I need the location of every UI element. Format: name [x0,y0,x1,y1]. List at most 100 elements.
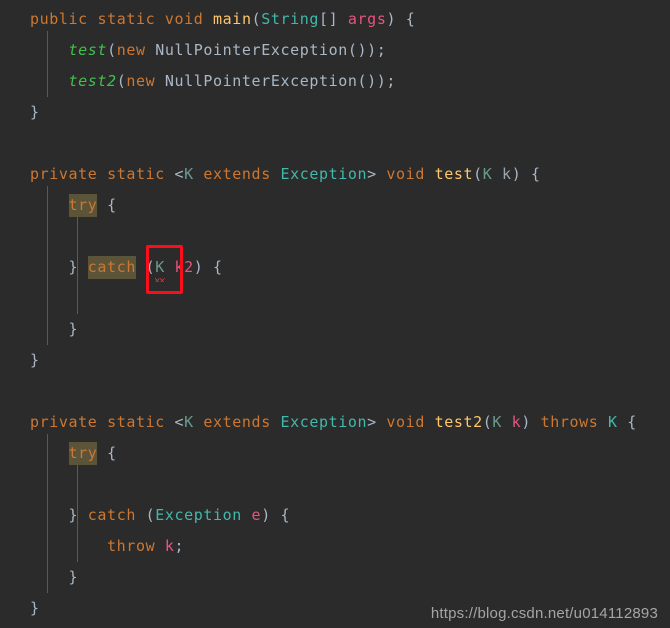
code-editor-surface[interactable]: public static void main(String[] args) {… [0,0,670,628]
code-token: public [30,10,88,28]
code-token: K [608,413,618,431]
code-token: { [617,413,637,431]
code-token: private [30,413,98,431]
code-line[interactable]: throw k; [30,531,184,562]
code-token: ( [107,41,117,59]
code-token: static [97,10,156,28]
code-token: e [251,506,262,524]
watermark-url: https://blog.csdn.net/u014112893 [430,605,658,622]
code-token: K [155,258,165,276]
code-token: private [30,165,98,183]
code-token: void [386,413,425,431]
code-token: } [30,506,88,524]
code-token: ) { [511,165,541,183]
code-token: main [213,10,252,28]
code-line[interactable]: } [30,345,40,376]
code-line[interactable]: } [30,97,40,128]
code-token: catch [87,506,136,524]
code-token: K [492,413,503,431]
code-token: extends [203,413,271,431]
code-token: } [30,599,40,617]
code-token: ( [116,72,127,90]
code-token: extends [203,165,271,183]
code-token: } [30,351,40,369]
code-token: String [261,10,320,28]
code-token: ; [174,537,185,555]
highlighted-keyword: try [68,194,98,217]
code-token: ( [251,10,262,28]
code-line[interactable]: test2(new NullPointerException()); [30,66,396,97]
code-token: k [502,165,512,183]
code-token: { [97,196,117,214]
code-token: } [30,103,40,121]
code-token: } [30,568,79,586]
code-token: new [116,41,146,59]
code-token: test [434,165,474,183]
code-token: throws [540,413,599,431]
code-line[interactable]: public static void main(String[] args) { [30,4,415,35]
code-token: Exception [155,506,242,524]
code-token: > [367,413,387,431]
code-token: ()); [347,41,387,59]
code-token: ( [473,165,483,183]
code-line[interactable]: } catch (K k2) { [30,252,223,283]
code-line[interactable]: private static <K extends Exception> voi… [30,159,541,190]
code-token: NullPointerException [155,41,348,59]
code-token: test [68,41,108,59]
code-line[interactable]: } [30,562,78,593]
code-token: K [482,165,493,183]
code-token: K [184,165,194,183]
code-token: NullPointerException [164,72,358,90]
code-token: new [126,72,156,90]
highlighted-keyword: try [68,442,98,465]
code-token: test2 [434,413,483,431]
code-token: ( [135,258,156,276]
code-token: } [30,258,88,276]
error-squiggle: K [155,252,165,283]
code-token: Exception [280,413,368,431]
code-token: ) [521,413,541,431]
code-token: ( [135,506,156,524]
code-line[interactable]: try { [30,190,117,221]
code-token: void [164,10,204,28]
code-token: K [184,413,194,431]
code-line[interactable]: } [30,593,40,624]
code-token: ) { [193,258,223,276]
code-text-area[interactable]: public static void main(String[] args) {… [0,0,670,628]
code-token: k2 [174,258,194,276]
code-token: throw [107,537,156,555]
code-line[interactable]: } catch (Exception e) { [30,500,290,531]
code-token: < [164,165,185,183]
code-token: ()); [357,72,397,90]
code-token: static [107,413,165,431]
code-token: { [97,444,117,462]
code-token: Exception [280,165,368,183]
code-token: k [511,413,522,431]
code-line[interactable]: } [30,314,78,345]
code-line[interactable]: try { [30,438,117,469]
code-line[interactable]: test(new NullPointerException()); [30,35,386,66]
code-token: test2 [68,72,117,90]
code-line[interactable]: private static <K extends Exception> voi… [30,407,637,438]
code-token: > [367,165,387,183]
